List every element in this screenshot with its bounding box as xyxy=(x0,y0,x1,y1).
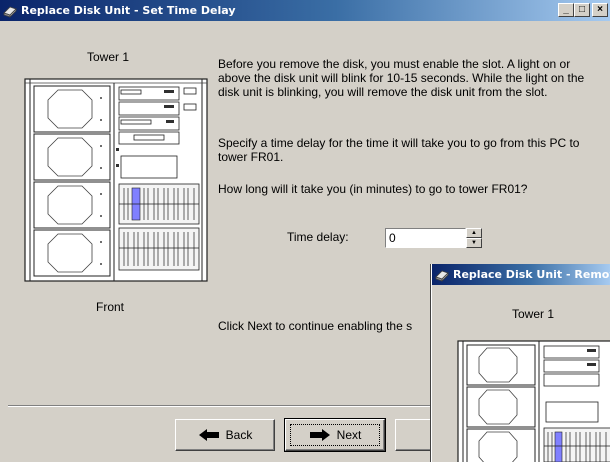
remove-window-title-text: Replace Disk Unit - Remov xyxy=(453,268,610,281)
front-label: Front xyxy=(96,300,125,314)
main-title-text: Replace Disk Unit - Set Time Delay xyxy=(21,4,236,17)
second-tower-label: Tower 1 xyxy=(512,307,555,321)
spinner-down-button[interactable]: ▼ xyxy=(466,238,482,248)
disk-unit-icon xyxy=(435,270,449,282)
spinner-up-button[interactable]: ▲ xyxy=(466,228,482,238)
maximize-button[interactable]: □ xyxy=(574,3,590,17)
focus-rectangle xyxy=(290,424,380,446)
continue-instruction: Click Next to continue enabling the s xyxy=(218,319,413,333)
next-button[interactable]: Next xyxy=(284,418,386,452)
close-button[interactable]: × xyxy=(592,3,608,17)
tower-label: Tower 1 xyxy=(87,50,130,64)
main-title-bar[interactable]: Replace Disk Unit - Set Time Delay _ □ × xyxy=(0,0,610,21)
instruction-paragraph: Before you remove the disk, you must ena… xyxy=(218,57,585,99)
time-delay-question: How long will it take you (in minutes) t… xyxy=(218,182,528,196)
time-delay-description: Specify a time delay for the time it wil… xyxy=(218,136,580,164)
time-delay-label: Time delay: xyxy=(287,230,349,244)
time-delay-input[interactable] xyxy=(385,228,466,248)
remove-disk-window: Replace Disk Unit - Remov Tower 1 xyxy=(431,264,610,462)
tower-front-image xyxy=(24,78,208,282)
arrow-left-icon xyxy=(198,429,219,441)
back-button[interactable]: Back xyxy=(175,419,275,451)
minimize-button[interactable]: _ xyxy=(558,3,574,17)
disk-unit-icon xyxy=(3,6,17,18)
time-delay-spinner[interactable]: ▲ ▼ xyxy=(385,228,483,248)
remove-window-title-bar[interactable]: Replace Disk Unit - Remov xyxy=(432,264,610,285)
back-button-label: Back xyxy=(225,428,253,442)
second-tower-image xyxy=(457,340,610,462)
